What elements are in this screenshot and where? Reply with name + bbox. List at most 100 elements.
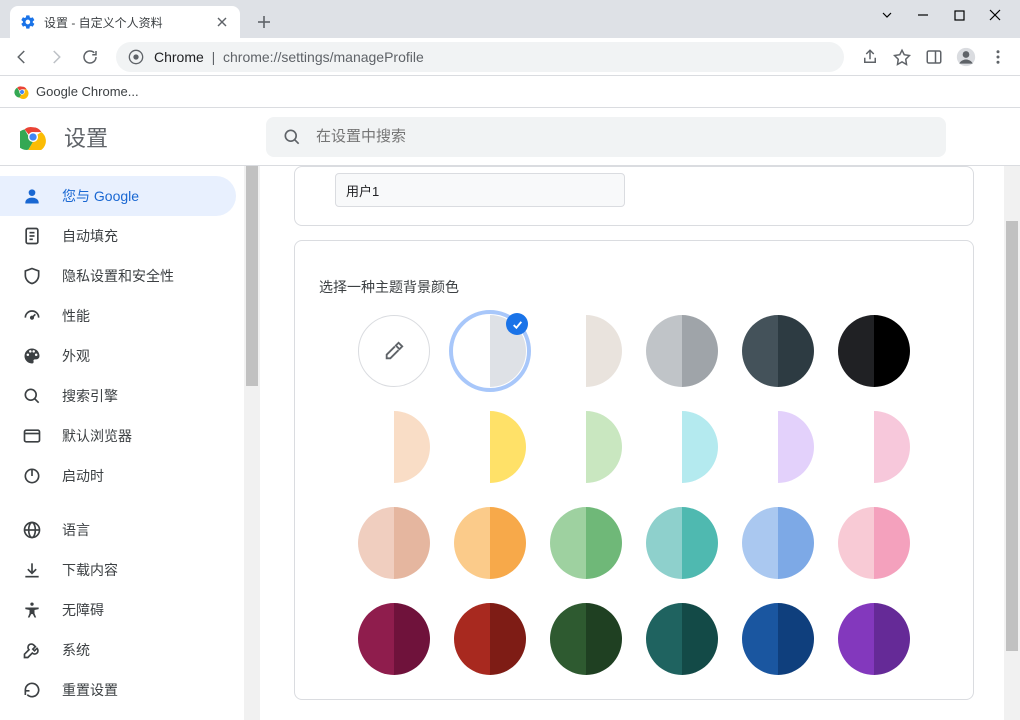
maximize-button[interactable] bbox=[952, 10, 966, 21]
bookmark-item[interactable]: Google Chrome... bbox=[14, 84, 139, 100]
sidebar-item-label: 隐私设置和安全性 bbox=[62, 266, 174, 286]
chrome-logo-icon bbox=[20, 124, 46, 150]
tab-close-icon[interactable] bbox=[214, 14, 230, 30]
bookmark-star-icon[interactable] bbox=[888, 43, 916, 71]
theme-swatches-grid bbox=[319, 315, 949, 675]
reload-button[interactable] bbox=[76, 43, 104, 71]
sidebar-item-globe[interactable]: 语言 bbox=[0, 510, 236, 550]
settings-search-input[interactable] bbox=[316, 128, 930, 145]
new-tab-button[interactable] bbox=[250, 8, 278, 36]
theme-swatch[interactable] bbox=[454, 315, 526, 387]
palette-icon bbox=[22, 346, 42, 366]
speed-icon bbox=[22, 306, 42, 326]
sidebar-scrollbar[interactable] bbox=[244, 166, 260, 720]
browser-menu-icon[interactable] bbox=[984, 43, 1012, 71]
autofill-icon bbox=[22, 226, 42, 246]
url-display: Chrome | chrome://settings/manageProfile bbox=[154, 49, 424, 65]
address-bar[interactable]: Chrome | chrome://settings/manageProfile bbox=[116, 42, 844, 72]
sidebar-item-search[interactable]: 搜索引擎 bbox=[0, 376, 236, 416]
sidebar-item-label: 启动时 bbox=[62, 466, 104, 486]
chevron-down-icon[interactable] bbox=[880, 9, 894, 21]
search-icon bbox=[22, 386, 42, 406]
sidebar-item-browser[interactable]: 默认浏览器 bbox=[0, 416, 236, 456]
theme-swatch[interactable] bbox=[550, 507, 622, 579]
sidebar-item-download[interactable]: 下载内容 bbox=[0, 550, 236, 590]
profile-card: 用户1 bbox=[294, 166, 974, 226]
theme-swatch[interactable] bbox=[646, 315, 718, 387]
sidebar-scrollbar-thumb[interactable] bbox=[246, 166, 258, 386]
settings-sidebar: 您与 Google 自动填充隐私设置和安全性性能外观搜索引擎默认浏览器启动时语言下… bbox=[0, 166, 260, 720]
theme-swatch[interactable] bbox=[358, 411, 430, 483]
titlebar: 设置 - 自定义个人资料 bbox=[0, 0, 1020, 38]
browser-tab[interactable]: 设置 - 自定义个人资料 bbox=[10, 6, 240, 38]
browser-toolbar: Chrome | chrome://settings/manageProfile bbox=[0, 38, 1020, 76]
sidebar-item-label: 自动填充 bbox=[62, 226, 118, 246]
eyedropper-icon bbox=[383, 340, 405, 362]
bookmark-label: Google Chrome... bbox=[36, 84, 139, 99]
chrome-icon bbox=[14, 84, 30, 100]
sidebar-item-label: 无障碍 bbox=[62, 600, 104, 620]
reset-icon bbox=[22, 680, 42, 700]
sidebar-item-shield[interactable]: 隐私设置和安全性 bbox=[0, 256, 236, 296]
settings-content: 用户1 选择一种主题背景颜色 bbox=[260, 166, 1020, 720]
window-controls bbox=[862, 0, 1020, 30]
sidebar-item-label: 重置设置 bbox=[62, 680, 118, 700]
sidebar-item-palette[interactable]: 外观 bbox=[0, 336, 236, 376]
theme-swatch[interactable] bbox=[550, 603, 622, 675]
forward-button[interactable] bbox=[42, 43, 70, 71]
download-icon bbox=[22, 560, 42, 580]
theme-swatch[interactable] bbox=[454, 411, 526, 483]
theme-swatch[interactable] bbox=[646, 411, 718, 483]
content-scrollbar-thumb[interactable] bbox=[1006, 221, 1018, 651]
theme-section-title: 选择一种主题背景颜色 bbox=[319, 277, 949, 297]
side-panel-icon[interactable] bbox=[920, 43, 948, 71]
close-button[interactable] bbox=[988, 9, 1002, 21]
profile-avatar-icon[interactable] bbox=[952, 43, 980, 71]
site-info-icon[interactable] bbox=[128, 49, 144, 65]
theme-swatch[interactable] bbox=[646, 507, 718, 579]
sidebar-item-a11y[interactable]: 无障碍 bbox=[0, 590, 236, 630]
sidebar-item-person[interactable]: 您与 Google bbox=[0, 176, 236, 216]
sidebar-item-wrench[interactable]: 系统 bbox=[0, 630, 236, 670]
settings-header: 设置 bbox=[0, 108, 1020, 166]
sidebar-item-label: 默认浏览器 bbox=[62, 426, 132, 446]
theme-swatch[interactable] bbox=[358, 507, 430, 579]
theme-swatch[interactable] bbox=[838, 507, 910, 579]
back-button[interactable] bbox=[8, 43, 36, 71]
power-icon bbox=[22, 466, 42, 486]
sidebar-item-label: 搜索引擎 bbox=[62, 386, 118, 406]
check-icon bbox=[506, 313, 528, 335]
sidebar-item-speed[interactable]: 性能 bbox=[0, 296, 236, 336]
theme-swatch[interactable] bbox=[454, 603, 526, 675]
theme-swatch[interactable] bbox=[838, 315, 910, 387]
sidebar-item-label: 系统 bbox=[62, 640, 90, 660]
share-icon[interactable] bbox=[856, 43, 884, 71]
theme-swatch[interactable] bbox=[742, 507, 814, 579]
search-icon bbox=[282, 127, 302, 147]
tab-title: 设置 - 自定义个人资料 bbox=[44, 14, 214, 31]
sidebar-item-power[interactable]: 启动时 bbox=[0, 456, 236, 496]
sidebar-item-reset[interactable]: 重置设置 bbox=[0, 670, 236, 710]
a11y-icon bbox=[22, 600, 42, 620]
theme-swatch[interactable] bbox=[550, 411, 622, 483]
theme-card: 选择一种主题背景颜色 bbox=[294, 240, 974, 700]
bookmarks-bar: Google Chrome... bbox=[0, 76, 1020, 108]
theme-swatch[interactable] bbox=[550, 315, 622, 387]
settings-search-box[interactable] bbox=[266, 117, 946, 157]
theme-swatch[interactable] bbox=[358, 603, 430, 675]
theme-swatch[interactable] bbox=[838, 411, 910, 483]
theme-swatch[interactable] bbox=[454, 507, 526, 579]
sidebar-item-label: 外观 bbox=[62, 346, 90, 366]
sidebar-item-autofill[interactable]: 自动填充 bbox=[0, 216, 236, 256]
content-scrollbar[interactable] bbox=[1004, 166, 1020, 720]
browser-icon bbox=[22, 426, 42, 446]
theme-swatch[interactable] bbox=[838, 603, 910, 675]
theme-swatch[interactable] bbox=[742, 315, 814, 387]
profile-name-input[interactable]: 用户1 bbox=[335, 173, 625, 207]
theme-swatch[interactable] bbox=[646, 603, 718, 675]
theme-swatch[interactable] bbox=[742, 603, 814, 675]
color-picker-swatch[interactable] bbox=[358, 315, 430, 387]
shield-icon bbox=[22, 266, 42, 286]
minimize-button[interactable] bbox=[916, 9, 930, 21]
theme-swatch[interactable] bbox=[742, 411, 814, 483]
